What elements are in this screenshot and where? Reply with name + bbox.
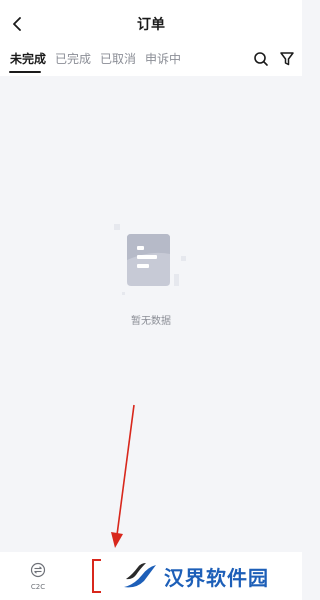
annotation-bracket	[92, 559, 101, 593]
tab-cancelled[interactable]: 已取消	[100, 50, 136, 68]
tab-appealing[interactable]: 申诉中	[145, 50, 181, 68]
bottom-bar: C2C 汉界软件园	[0, 552, 302, 600]
page-title: 订单	[137, 17, 165, 33]
search-button[interactable]	[252, 50, 270, 68]
active-tab-indicator	[9, 71, 41, 73]
search-icon	[254, 52, 268, 66]
watermark-logo: 汉界软件园	[122, 558, 269, 594]
c2c-label: C2C	[30, 583, 46, 591]
top-bar: 订单 未完成 已完成 已取消 申诉中	[0, 0, 302, 76]
watermark-text: 汉界软件园	[164, 565, 269, 590]
filter-icon	[280, 52, 294, 66]
tab-incomplete[interactable]: 未完成	[10, 50, 46, 68]
tab-completed[interactable]: 已完成	[55, 50, 91, 68]
c2c-icon	[30, 562, 46, 578]
empty-document-icon	[114, 224, 186, 295]
brand-swoosh-icon	[124, 563, 156, 588]
filter-button[interactable]	[278, 50, 296, 68]
order-tabs: 未完成 已完成 已取消 申诉中	[10, 50, 181, 68]
empty-state-text: 暂无数据	[131, 316, 171, 327]
c2c-nav-item[interactable]: C2C	[24, 562, 52, 591]
